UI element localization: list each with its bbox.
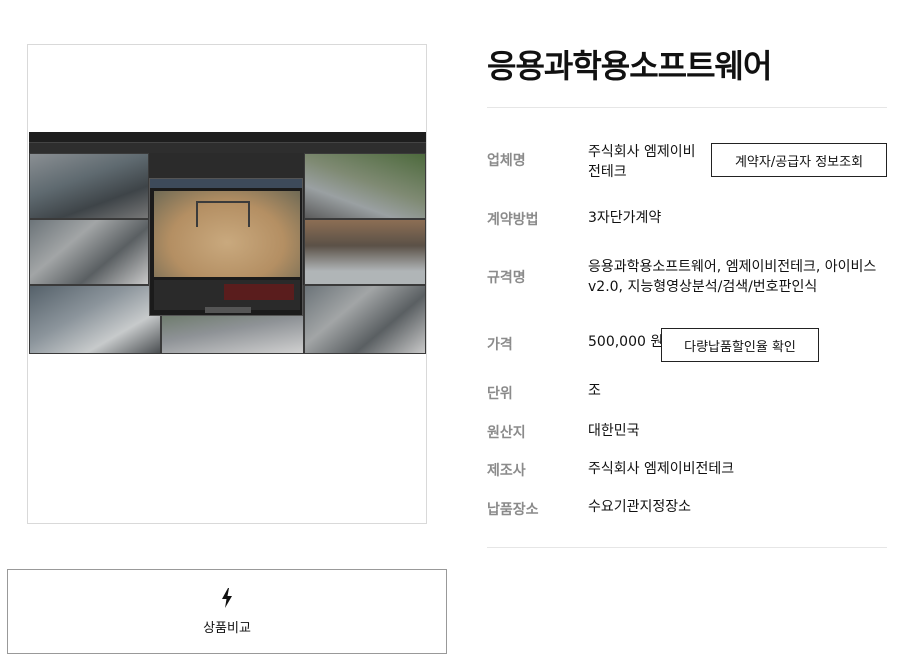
label-origin: 원산지 bbox=[487, 425, 526, 441]
supplier-info-button[interactable]: 계약자/공급자 정보조회 bbox=[711, 143, 887, 177]
divider bbox=[487, 547, 887, 548]
camera-feed bbox=[304, 285, 426, 354]
popup-info-panel bbox=[154, 280, 300, 310]
value-price: 500,000 원 bbox=[588, 334, 664, 350]
bulk-discount-button[interactable]: 다량납품할인율 확인 bbox=[661, 328, 819, 362]
popup-buttons bbox=[205, 307, 251, 313]
product-image-frame bbox=[27, 44, 427, 524]
camera-feed bbox=[29, 219, 149, 285]
divider bbox=[487, 107, 887, 108]
value-delivery: 수요기관지정장소 bbox=[588, 499, 692, 515]
detection-popup bbox=[149, 178, 303, 316]
value-maker: 주식회사 엠제이비전테크 bbox=[588, 461, 735, 477]
value-spec: 응용과학용소프트웨어, 엠제이비전테크, 아이비스 v2.0, 지능형영상분석/… bbox=[588, 259, 877, 295]
popup-titlebar bbox=[150, 179, 302, 188]
label-spec: 규격명 bbox=[487, 270, 526, 286]
label-maker: 제조사 bbox=[487, 463, 526, 479]
value-company: 주식회사 엠제이비 전테크 bbox=[588, 144, 696, 180]
value-contract: 3자단가계약 bbox=[588, 210, 662, 226]
label-price: 가격 bbox=[487, 337, 513, 353]
compare-label: 상품비교 bbox=[203, 620, 251, 636]
product-image bbox=[29, 132, 426, 354]
camera-feed bbox=[304, 219, 426, 285]
value-unit: 조 bbox=[588, 383, 601, 399]
label-delivery: 납품장소 bbox=[487, 502, 539, 518]
compare-button[interactable]: 상품비교 bbox=[7, 569, 447, 654]
product-title: 응용과학용소프트웨어 bbox=[487, 47, 772, 85]
label-contract: 계약방법 bbox=[487, 212, 539, 228]
label-company: 업체명 bbox=[487, 153, 526, 169]
image-subbar bbox=[29, 143, 426, 153]
value-origin: 대한민국 bbox=[588, 423, 640, 439]
label-unit: 단위 bbox=[487, 386, 513, 402]
camera-feed bbox=[29, 153, 149, 219]
playground-scene bbox=[154, 191, 300, 277]
image-toolbar bbox=[29, 132, 426, 143]
camera-feed bbox=[304, 153, 426, 219]
camera-feed bbox=[29, 285, 161, 354]
lightning-icon bbox=[222, 587, 232, 608]
